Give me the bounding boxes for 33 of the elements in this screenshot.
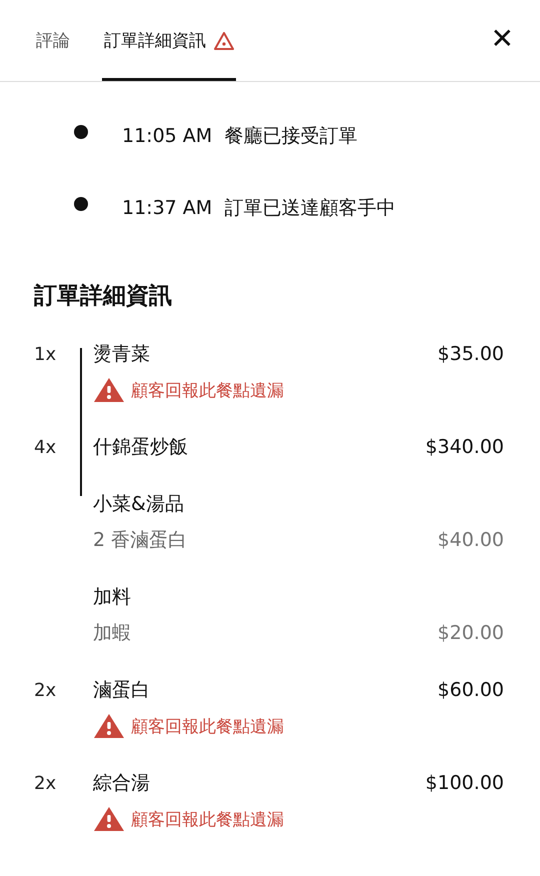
warning-icon	[93, 377, 125, 403]
item-name: 什錦蛋炒飯	[93, 435, 189, 460]
section-heading: 訂單詳細資訊	[34, 282, 173, 311]
missing-item-warning: 顧客回報此餐點遺漏	[131, 380, 284, 402]
tab[interactable]: 訂單詳細資訊	[102, 0, 236, 81]
option-name: 2 香滷蛋白	[93, 528, 188, 553]
option-price: $20.00	[438, 622, 504, 644]
item-name: 綜合湯	[93, 771, 151, 796]
item-price: $35.00	[438, 343, 504, 365]
timeline-event: 11:05 AM 餐廳已接受訂單	[122, 124, 358, 149]
tab[interactable]: 評論	[34, 0, 72, 81]
timeline-event: 11:37 AM 訂單已送達顧客手中	[122, 196, 396, 221]
item-price: $60.00	[438, 679, 504, 701]
option-name: 加蝦	[93, 621, 132, 646]
timeline-dot	[74, 125, 88, 139]
warning-icon	[93, 713, 125, 739]
option-price: $40.00	[438, 529, 504, 551]
option-group-title: 小菜&湯品	[93, 492, 185, 517]
missing-item-warning: 顧客回報此餐點遺漏	[131, 716, 284, 738]
warning-icon	[93, 806, 125, 832]
item-quantity: 4x	[34, 436, 58, 458]
item-price: $100.00	[425, 772, 504, 794]
option-group-title: 加料	[93, 585, 132, 610]
item-quantity: 2x	[34, 772, 58, 794]
missing-item-warning: 顧客回報此餐點遺漏	[131, 808, 284, 830]
item-price: $340.00	[425, 436, 504, 458]
item-quantity: 2x	[34, 680, 58, 700]
close-button[interactable]: ✕	[486, 22, 518, 55]
item-quantity: 1x	[34, 344, 58, 364]
timeline-dot	[74, 197, 88, 211]
item-name: 燙青菜	[93, 342, 151, 367]
item-name: 滷蛋白	[93, 678, 151, 703]
warning-icon	[214, 32, 234, 50]
